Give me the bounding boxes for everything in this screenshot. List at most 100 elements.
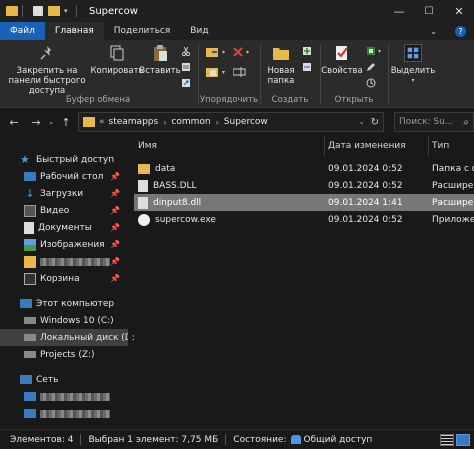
- document-icon: [24, 221, 34, 234]
- paste-label: Вставить: [139, 66, 181, 76]
- file-row[interactable]: BASS.DLL 09.01.2024 0:52 Расширен: [134, 177, 474, 194]
- move-to-icon[interactable]: [206, 46, 220, 58]
- maximize-button[interactable]: ☐: [414, 0, 444, 22]
- pin-icon: 📌: [110, 274, 120, 283]
- file-type: Расширен: [432, 180, 474, 191]
- pin-quick-access-button[interactable]: Закрепить на панели быстрого доступа: [2, 44, 92, 96]
- chevron-right-icon[interactable]: ›: [216, 118, 219, 127]
- address-bar[interactable]: « steamapps › common › Supercow ⌄ ↻: [78, 112, 384, 132]
- copy-button[interactable]: Копировать: [90, 44, 144, 76]
- chevron-down-icon[interactable]: ▾: [222, 49, 225, 56]
- tab-file[interactable]: Файл: [0, 22, 45, 40]
- divider: [225, 434, 227, 445]
- nav-drive-z[interactable]: Projects (Z:): [0, 346, 128, 363]
- new-folder-button[interactable]: Новая папка: [264, 44, 298, 86]
- tab-view[interactable]: Вид: [180, 22, 218, 40]
- new-folder-quick-icon[interactable]: [48, 6, 60, 16]
- file-row[interactable]: dinput8.dll 09.01.2024 1:41 Расширен: [134, 194, 474, 211]
- nav-drive-c[interactable]: Windows 10 (C:): [0, 312, 128, 329]
- paste-button[interactable]: Вставить: [139, 44, 181, 76]
- back-button[interactable]: ←: [6, 114, 22, 130]
- breadcrumb-common[interactable]: common: [171, 117, 210, 127]
- select-group: Выделить ▾: [390, 40, 436, 108]
- breadcrumb-steamapps[interactable]: steamapps: [109, 117, 159, 127]
- properties-button[interactable]: Свойства: [321, 44, 363, 76]
- breadcrumb-supercow[interactable]: Supercow: [224, 117, 268, 127]
- minimize-button[interactable]: —: [384, 0, 414, 22]
- new-item-icon[interactable]: [302, 46, 312, 56]
- ribbon: Закрепить на панели быстрого доступа Коп…: [0, 40, 474, 108]
- chevron-right-icon[interactable]: ›: [163, 118, 166, 127]
- chevron-down-icon[interactable]: ▾: [222, 69, 225, 76]
- file-name: supercow.exe: [155, 214, 216, 225]
- nav-desktop[interactable]: Рабочий стол 📌: [0, 168, 128, 185]
- column-type[interactable]: Тип: [432, 136, 474, 156]
- nav-documents[interactable]: Документы 📌: [0, 219, 128, 236]
- tab-share[interactable]: Поделиться: [104, 22, 181, 40]
- file-list: Имя Дата изменения Тип data 09.01.2024 0…: [134, 136, 474, 426]
- edit-icon[interactable]: [366, 62, 376, 72]
- chevron-down-icon[interactable]: ⌄: [420, 22, 447, 40]
- nav-label: Загрузки: [40, 188, 84, 199]
- forward-button[interactable]: →: [28, 114, 44, 130]
- network-drive-icon: [24, 351, 36, 358]
- close-button[interactable]: ✕: [444, 0, 474, 22]
- nav-network-host[interactable]: [0, 388, 128, 405]
- refresh-icon[interactable]: ↻: [371, 117, 379, 128]
- video-icon: [24, 204, 36, 217]
- file-row[interactable]: supercow.exe 09.01.2024 0:52 Приложен: [134, 211, 474, 228]
- nav-scrollbar[interactable]: [128, 136, 132, 426]
- nav-pinned-folder[interactable]: 📌: [0, 253, 128, 270]
- folder-icon: [83, 117, 95, 127]
- copy-path-icon[interactable]: [181, 62, 191, 72]
- chevron-down-icon[interactable]: ▾: [378, 48, 381, 55]
- cut-icon[interactable]: [181, 46, 191, 56]
- nav-network[interactable]: Сеть: [0, 371, 128, 388]
- delete-icon[interactable]: [233, 47, 243, 57]
- file-row[interactable]: data 09.01.2024 0:52 Папка с ф: [134, 160, 474, 177]
- large-icons-view-button[interactable]: [456, 434, 470, 446]
- easy-access-icon[interactable]: [302, 62, 312, 72]
- nav-trash[interactable]: Корзина 📌: [0, 270, 128, 287]
- open-icon[interactable]: [366, 46, 376, 56]
- folder-icon: [24, 255, 36, 268]
- cow-app-icon: [138, 213, 150, 226]
- history-icon[interactable]: [366, 78, 376, 88]
- rename-icon[interactable]: [233, 67, 247, 77]
- paste-icon: [154, 45, 167, 61]
- properties-quick-icon[interactable]: [33, 6, 43, 16]
- nav-downloads[interactable]: ↓ Загрузки 📌: [0, 185, 128, 202]
- up-button[interactable]: ↑: [58, 114, 74, 130]
- chevron-down-icon[interactable]: ⌄: [359, 118, 365, 126]
- nav-this-pc[interactable]: Этот компьютер: [0, 295, 128, 312]
- chevron-down-icon[interactable]: ▾: [246, 49, 249, 56]
- status-bar: Элементов: 4 Выбран 1 элемент: 7,75 МБ С…: [0, 429, 474, 449]
- file-type: Расширен: [432, 197, 474, 208]
- title-bar: ▾ Supercow — ☐ ✕: [0, 0, 474, 22]
- nav-images[interactable]: Изображения 📌: [0, 236, 128, 253]
- file-type: Приложен: [432, 214, 474, 225]
- nav-video[interactable]: Видео 📌: [0, 202, 128, 219]
- nav-drive-d[interactable]: Локальный диск (D:): [0, 329, 138, 346]
- recent-locations-button[interactable]: ⌄: [46, 114, 56, 130]
- nav-quick-access[interactable]: ★ Быстрый доступ: [0, 151, 128, 168]
- search-input[interactable]: Поиск: Su... ⌕: [394, 112, 474, 132]
- file-date: 09.01.2024 0:52: [328, 163, 403, 174]
- nav-network-host[interactable]: [0, 405, 128, 422]
- state-label: Состояние:: [233, 434, 287, 445]
- state-value: Общий доступ: [303, 434, 373, 445]
- details-view-button[interactable]: [440, 434, 454, 446]
- dll-file-icon: [138, 196, 148, 209]
- tab-home[interactable]: Главная: [44, 22, 104, 40]
- copy-to-icon[interactable]: [206, 66, 220, 78]
- column-date[interactable]: Дата изменения: [328, 136, 428, 156]
- select-button[interactable]: Выделить ▾: [390, 44, 436, 86]
- column-name[interactable]: Имя: [138, 136, 324, 156]
- nav-label: Сеть: [36, 374, 59, 385]
- clipboard-group: Закрепить на панели быстрого доступа Коп…: [0, 40, 196, 108]
- help-icon[interactable]: ?: [447, 22, 474, 40]
- chevron-down-icon[interactable]: ▾: [64, 6, 72, 16]
- ribbon-tabs: Файл Главная Поделиться Вид ⌄ ?: [0, 22, 474, 40]
- breadcrumb-overflow[interactable]: «: [99, 117, 105, 127]
- paste-shortcut-icon[interactable]: [181, 78, 191, 88]
